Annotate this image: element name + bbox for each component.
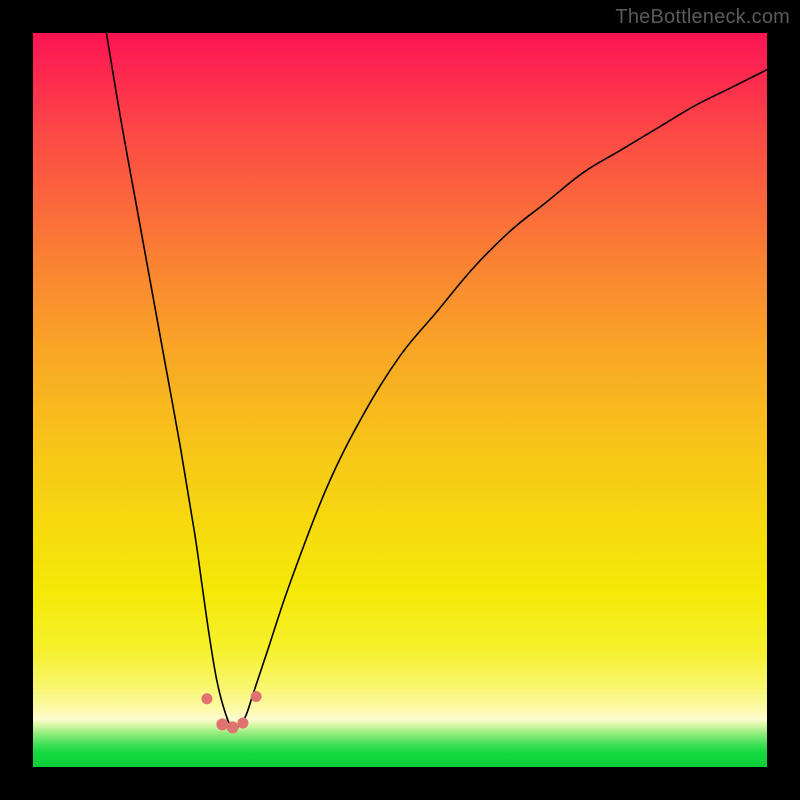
chart-frame: TheBottleneck.com <box>0 0 800 800</box>
trough-markers <box>201 691 261 733</box>
plot-area <box>33 33 767 767</box>
trough-marker <box>216 718 228 730</box>
trough-marker <box>227 721 239 733</box>
bottleneck-curve <box>106 33 767 729</box>
trough-marker <box>201 693 212 704</box>
watermark-text: TheBottleneck.com <box>615 6 790 29</box>
curve-svg <box>33 33 767 767</box>
trough-marker <box>237 717 248 728</box>
trough-marker <box>251 691 262 702</box>
